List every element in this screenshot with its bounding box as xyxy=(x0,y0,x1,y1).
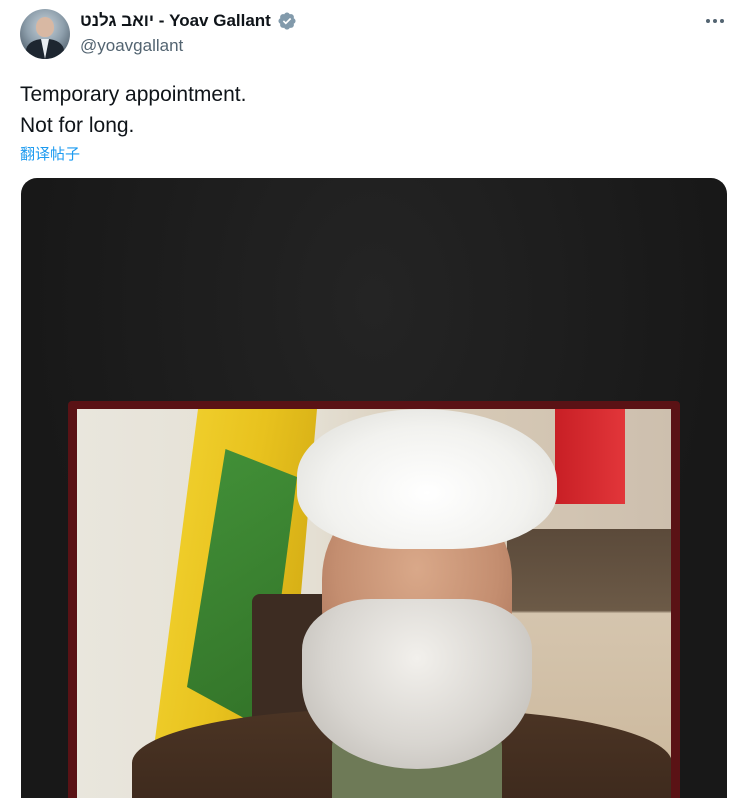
more-options-icon xyxy=(706,19,710,23)
handle[interactable]: @yoavgallant xyxy=(80,36,183,56)
display-name[interactable]: יואב גלנט - Yoav Gallant xyxy=(80,11,271,31)
author-name-row: יואב גלנט - Yoav Gallant xyxy=(80,11,297,31)
tweet-media[interactable] xyxy=(21,178,727,798)
photo-frame xyxy=(68,401,680,798)
avatar[interactable] xyxy=(20,9,70,59)
avatar-head xyxy=(36,17,54,37)
red-flag xyxy=(555,409,625,504)
tweet-text: Temporary appointment. Not for long. xyxy=(20,79,246,141)
photo xyxy=(77,409,671,798)
tweet-text-line: Not for long. xyxy=(20,114,135,137)
more-options-icon xyxy=(713,19,717,23)
tweet-text-line: Temporary appointment. xyxy=(20,83,247,106)
verified-badge-icon xyxy=(277,11,297,31)
more-options-button[interactable] xyxy=(700,10,730,32)
turban xyxy=(297,409,557,549)
translate-post-link[interactable]: 翻译帖子 xyxy=(20,143,80,164)
more-options-icon xyxy=(720,19,724,23)
beard xyxy=(302,599,532,769)
